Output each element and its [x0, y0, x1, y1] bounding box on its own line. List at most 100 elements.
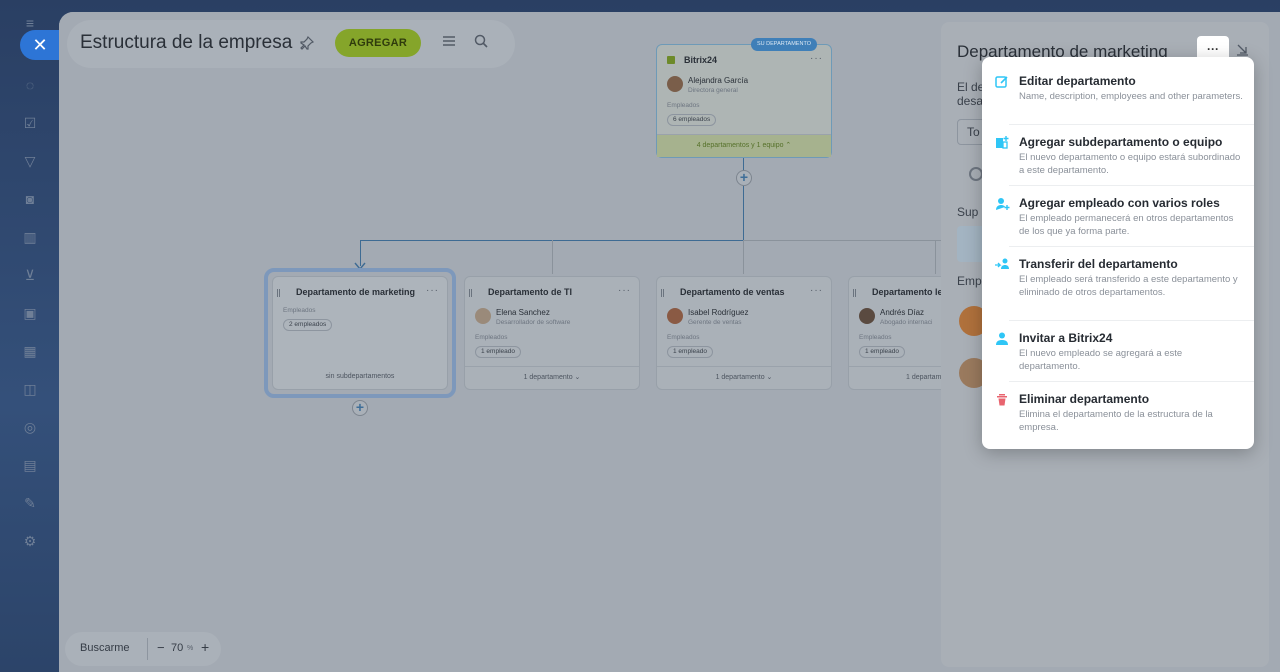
employees-count-badge[interactable]: 1 empleado: [859, 346, 905, 358]
head-role: Abogado internaci: [880, 319, 933, 326]
sign-icon[interactable]: ✎: [21, 494, 39, 512]
employees-count-badge[interactable]: 1 empleado: [475, 346, 521, 358]
head-role: Directora general: [688, 87, 738, 94]
settings-icon[interactable]: ⚙: [21, 532, 39, 550]
department-card-marketing[interactable]: Departamento de marketing ··· Empleados …: [272, 276, 448, 390]
employees-count-badge[interactable]: 1 empleado: [667, 346, 713, 358]
menu-item-title: Transferir del departamento: [1019, 257, 1178, 271]
connector-line: [743, 240, 744, 274]
feed-icon[interactable]: ◌: [21, 76, 39, 94]
arrow-down-icon: [354, 258, 366, 271]
divider: [1009, 320, 1254, 321]
employees-count-badge[interactable]: 6 empleados: [667, 114, 717, 126]
add-child-plus-icon[interactable]: +: [352, 400, 368, 416]
menu-item-description: El empleado será transferido a este depa…: [1019, 274, 1238, 298]
search-icon[interactable]: [969, 167, 983, 181]
connector-line: [743, 240, 943, 241]
sites-icon[interactable]: ▣: [21, 304, 39, 322]
left-sidebar: ≡ ◌ ☑ ▽ ◙ ▥ ⊻ ▣ ▦ ◫ ◎ ▤ ✎ ⚙: [0, 0, 58, 672]
avatar[interactable]: [475, 308, 491, 324]
menu-item-title: Eliminar departamento: [1019, 392, 1150, 406]
card-more-icon[interactable]: ···: [810, 285, 823, 296]
divider: [1009, 381, 1254, 382]
collapse-icon[interactable]: [1235, 42, 1249, 56]
menu-item-description: El empleado permanecerá en otros departa…: [1019, 213, 1234, 237]
avatar[interactable]: [859, 308, 875, 324]
menu-item-title: Invitar a Bitrix24: [1019, 331, 1113, 345]
menu-item-description: Name, description, employees and other p…: [1019, 91, 1243, 102]
calendar-icon[interactable]: ▦: [21, 342, 39, 360]
briefcase-icon[interactable]: ◫: [21, 380, 39, 398]
root-department-card[interactable]: SU DEPARTAMENTO Bitrix24 ··· Alejandra G…: [656, 38, 832, 158]
subdepartments-toggle[interactable]: 1 departamento ⌄: [657, 366, 831, 389]
divider: [147, 638, 148, 660]
menu-item-edit[interactable]: Editar departamento Name, description, e…: [992, 74, 1243, 118]
drag-handle-icon[interactable]: [277, 289, 280, 297]
add-child-plus-icon[interactable]: +: [736, 170, 752, 186]
find-me-button[interactable]: Buscarme: [80, 642, 130, 654]
menu-item-invite[interactable]: Invitar a Bitrix24 El nuevo empleado se …: [992, 331, 1242, 375]
department-card-ventas[interactable]: Departamento de ventas ··· Isabel Rodríg…: [656, 276, 832, 390]
head-name[interactable]: Elena Sanchez: [496, 308, 550, 317]
invite-icon: [994, 331, 1010, 347]
section-heading: Emp: [957, 274, 982, 288]
employees-label: Empleados: [859, 334, 892, 341]
avatar[interactable]: [667, 76, 683, 92]
card-more-icon[interactable]: ···: [426, 285, 439, 296]
avatar[interactable]: [667, 308, 683, 324]
pin-icon[interactable]: [299, 35, 315, 51]
head-name[interactable]: Isabel Rodríguez: [688, 308, 748, 317]
section-heading: Sup: [957, 205, 979, 219]
head-name[interactable]: Alejandra García: [688, 76, 748, 85]
zoom-out-button[interactable]: −: [157, 640, 165, 655]
menu-item-add-subdepartment[interactable]: Agregar subdepartamento o equipo El nuev…: [992, 135, 1242, 179]
tasks-icon[interactable]: ☑: [21, 114, 39, 132]
documents-icon[interactable]: ▤: [21, 456, 39, 474]
divider: [1009, 124, 1254, 125]
department-name: Departamento de marketing: [296, 287, 416, 297]
description-fragment: El de: [957, 80, 985, 94]
add-subdepartment-icon: [994, 135, 1010, 151]
your-department-badge: SU DEPARTAMENTO: [751, 38, 817, 51]
marketing-icon[interactable]: ◎: [21, 418, 39, 436]
funnel-icon[interactable]: ▽: [21, 152, 39, 170]
menu-item-title: Agregar empleado con varios roles: [1019, 196, 1220, 210]
drag-handle-icon[interactable]: [469, 289, 472, 297]
zoom-level: 70: [171, 642, 184, 654]
close-slider-button[interactable]: ✕: [20, 30, 60, 60]
drag-handle-icon[interactable]: [853, 289, 856, 297]
zoom-in-button[interactable]: +: [201, 639, 209, 655]
connector-line: [552, 240, 553, 274]
drag-handle-icon[interactable]: [661, 289, 664, 297]
card-more-icon[interactable]: ···: [810, 53, 823, 64]
divider: [1009, 185, 1254, 186]
employees-label: Empleados: [667, 102, 700, 109]
add-button[interactable]: AGREGAR: [335, 29, 421, 57]
list-menu-icon[interactable]: [441, 33, 457, 49]
subdepartments-toggle[interactable]: 4 departamentos y 1 equipo ⌃: [657, 134, 831, 157]
department-name: Bitrix24: [684, 55, 718, 65]
building-icon: [667, 56, 675, 64]
search-icon[interactable]: [473, 33, 489, 49]
menu-item-description: El nuevo empleado se agregará a este dep…: [1019, 348, 1183, 372]
menu-item-delete[interactable]: Eliminar departamento Elimina el departa…: [992, 392, 1242, 436]
department-name: Departamento le: [872, 287, 943, 297]
card-more-icon[interactable]: ···: [618, 285, 631, 296]
bot-icon[interactable]: ◙: [21, 190, 39, 208]
head-name[interactable]: Andrés Díaz: [880, 308, 924, 317]
analytics-icon[interactable]: ▥: [21, 228, 39, 246]
edit-icon: [994, 74, 1010, 90]
employees-label: Empleados: [667, 334, 700, 341]
department-card-ti[interactable]: Departamento de TI ··· Elena Sanchez Des…: [464, 276, 640, 390]
employees-count-badge[interactable]: 2 empleados: [283, 319, 333, 331]
add-employee-icon: [994, 196, 1010, 212]
subdepartments-toggle[interactable]: 1 departamento ⌄: [465, 366, 639, 389]
no-subdepartments-label: sin subdepartamentos: [325, 373, 395, 380]
department-name: Departamento de TI: [488, 287, 573, 297]
menu-item-add-employee-roles[interactable]: Agregar empleado con varios roles El emp…: [992, 196, 1242, 240]
menu-item-transfer[interactable]: Transferir del departamento El empleado …: [992, 257, 1242, 314]
head-role: Gerente de ventas: [688, 319, 742, 326]
description-fragment: desa: [957, 94, 984, 108]
cart-icon[interactable]: ⊻: [21, 266, 39, 284]
menu-item-description: Elimina el departamento de la estructura…: [1019, 409, 1213, 433]
